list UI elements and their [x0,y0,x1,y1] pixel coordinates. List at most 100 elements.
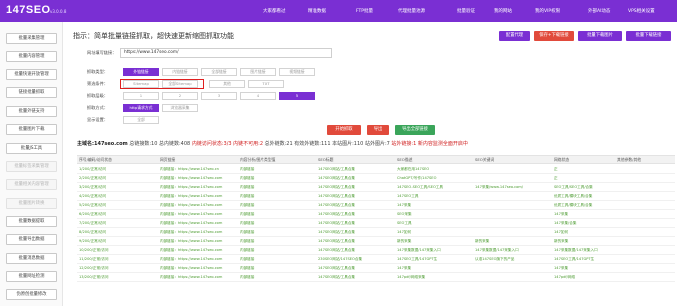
table-cell: 147SEO网站/工具合集 [318,229,356,234]
start-crawl-button[interactable]: 开始抓取 [327,125,361,135]
table-row[interactable]: 9/200/正常/访问 内部链接：https://www.147seo.com 内部… [77,237,675,246]
sidebar-item-12[interactable]: 批量消息数据 [6,253,57,264]
table-row[interactable]: 6/200/正常/访问 内部链接：https://www.147seo.com 内部… [77,210,675,219]
table-cell: 147SEO-SEO工具/SEO工具 [397,184,443,189]
sidebar-item-8[interactable]: 批量相关内容管理 [6,179,57,190]
depth-option[interactable]: 4 [240,92,276,100]
sidebar-item-1[interactable]: 批量内容管理 [6,51,57,62]
sidebar-item-5[interactable]: 批量图片下载 [6,124,57,135]
table-cell: 内部链接：https://www.147seo.com [160,229,223,234]
table-cell: 内部链接：https://www.147seo.com [160,184,223,189]
table-cell: 内部链接 [240,256,255,261]
table-cell: 内部链接：https://www.147seo.com [160,193,223,198]
depth-option[interactable]: 2 [162,92,198,100]
table-cell: 147SEO工具/147GPT生 [554,256,595,261]
table-cell: 5/200/正常/访问 [79,202,107,207]
crawl-type-option[interactable]: 图片链接 [240,68,276,76]
sidebar-item-14[interactable]: 伪原创批量修改 [6,289,57,300]
sidebar-item-9[interactable]: 批量图片转换 [6,198,57,209]
table-cell: 147采集/合集 [554,220,577,225]
table-row[interactable]: 8/200/正常/访问 内部链接：https://www.147seo.com 内部… [77,228,675,237]
filter-option[interactable]: 其他 [209,80,245,88]
method-option[interactable]: 浏览器采集 [162,104,198,112]
proxy-config-button[interactable]: 配置代理 [499,31,530,41]
table-cell: 内部链接 [240,184,255,189]
table-cell: 内部链接：https://www.147seo.com [160,265,223,270]
table-row[interactable]: 4/200/正常/访问 内部链接：https://www.147seo.com 内部… [77,192,675,201]
table-row[interactable]: 7/200/正常/访问 内部链接：https://www.147seo.com 内部… [77,219,675,228]
table-cell: 内部链接 [240,238,255,243]
nav-item-2[interactable]: FTP批量 [356,8,373,14]
main-panel: 指示：简单批量链接抓取，超快速更新缩图抓取功能 配置代理 保存+下载链接 批量下… [63,22,677,306]
export-button[interactable]: 导出 [367,125,389,135]
url-label: 网址填写链接： [87,50,117,55]
table-row[interactable]: 11/200/正常/访问 内部链接：https://www.147seo.com 内… [77,255,675,264]
table-cell: 12/200/正常/访问 [79,265,109,270]
sidebar-item-10[interactable]: 批量数据提取 [6,216,57,227]
batch-download-links-button[interactable]: 批量下载链接 [626,31,671,41]
column-header: 网络状态 [554,157,570,162]
table-row[interactable]: 1/200/正常/访问 内部链接：https://www.147seo.cn 内部链… [77,165,675,174]
batch-download-images-button[interactable]: 批量下载图片 [578,31,622,41]
table-row[interactable]: 3/200/正常/访问 内部链接：https://www.147seo.com 内部… [77,183,675,192]
sidebar-item-0[interactable]: 批量采集管理 [6,33,57,44]
table-cell: 内部链接 [240,247,255,252]
table-cell: 147SEO网站/工具合集 [318,184,356,189]
table-cell: 147SEO工具/147GPT生 [397,256,438,261]
display-option[interactable]: 全部 [123,116,159,124]
table-cell: 内部链接 [240,274,255,279]
summary-stat: 有效外链数:111 [294,141,331,147]
crawl-type-option[interactable]: 内链链接 [162,68,198,76]
table-row[interactable]: 13/200/正常/访问 内部链接：https://www.147seo.com 内… [77,273,675,282]
table-cell: 内部链接 [240,211,255,216]
nav-item-8[interactable]: VPS相关设置 [628,8,655,14]
table-cell: SEO采集 [397,211,412,216]
depth-option[interactable]: 3 [201,92,237,100]
nav-item-6[interactable]: 我的VIP权限 [535,8,560,14]
depth-option[interactable]: 1 [123,92,159,100]
table-cell: 147采集/www.147seo.com/ [475,184,523,189]
method-option[interactable]: http请求方式 [123,104,159,112]
crawl-type-option[interactable]: 全部链接 [201,68,237,76]
table-cell: 认准147SEO旗下的产品 [475,256,515,261]
export-all-links-button[interactable]: 导出全部链接 [395,125,435,135]
filter-option[interactable]: TXT [248,80,284,88]
table-cell: 9/200/正常/访问 [79,238,107,243]
crawl-type-label: 抓取类型： [87,69,108,74]
sidebar-item-13[interactable]: 批量网址检测 [6,271,57,282]
crawl-type-option[interactable]: 外链链接 [123,68,159,76]
nav-item-5[interactable]: 我的网站 [494,8,512,14]
table-row[interactable]: 12/200/正常/访问 内部链接：https://www.147seo.com 内… [77,264,675,273]
table-cell: 147SEO网站/工具合集 [318,193,356,198]
highlight-box [120,79,204,89]
nav-item-7[interactable]: 外部AI动态 [588,8,610,14]
url-input[interactable]: https://www.147seo.com/ [120,48,332,58]
sidebar-item-7[interactable]: 批量标签采集管理 [6,161,57,172]
column-header: SEO关键词 [475,157,495,162]
table-cell: 内部链接 [240,193,255,198]
table-row[interactable]: 5/200/正常/访问 内部链接：https://www.147seo.com 内部… [77,201,675,210]
crawl-type-option[interactable]: 视频链接 [279,68,315,76]
table-row[interactable]: 2/200/正常/访问 内部链接：https://www.147seo.com 内部… [77,174,675,183]
depth-label: 抓取层级： [87,93,108,98]
column-header: SEO描述 [397,157,413,162]
sidebar: 批量采集管理 批量内容管理 批量快速开放管理 链接批量抓取 批量外链支持 批量图… [0,22,63,306]
sidebar-item-6[interactable]: 批量JS工具 [6,143,57,154]
depth-option[interactable]: 5 [279,92,315,100]
table-cell: 230SEO网站/147SEO合集 [318,256,363,261]
nav-item-3[interactable]: 代理批量池源 [398,8,425,14]
table-cell: 147采集数据/147采集入口 [397,247,441,252]
sidebar-item-11[interactable]: 批量导出数据 [6,234,57,245]
save-download-links-button[interactable]: 保存+下载链接 [534,31,574,41]
summary-stat: 总内链数:408 [159,141,191,147]
nav-item-0[interactable]: 大家都看过 [263,8,286,14]
table-cell: 内部链接 [240,202,255,207]
table-cell: 6/200/正常/访问 [79,211,107,216]
table-row[interactable]: 10/200/正常/访问 内部链接：https://www.147seo.com 内… [77,246,675,255]
sidebar-item-3[interactable]: 链接批量抓取 [6,87,57,98]
nav-item-1[interactable]: 精准数据 [308,8,326,14]
sidebar-item-4[interactable]: 批量外链支持 [6,106,57,117]
table-cell: 147SEO网站/工具合集 [318,238,356,243]
sidebar-item-2[interactable]: 批量快速开放管理 [6,69,57,80]
nav-item-4[interactable]: 批量验证 [457,8,475,14]
